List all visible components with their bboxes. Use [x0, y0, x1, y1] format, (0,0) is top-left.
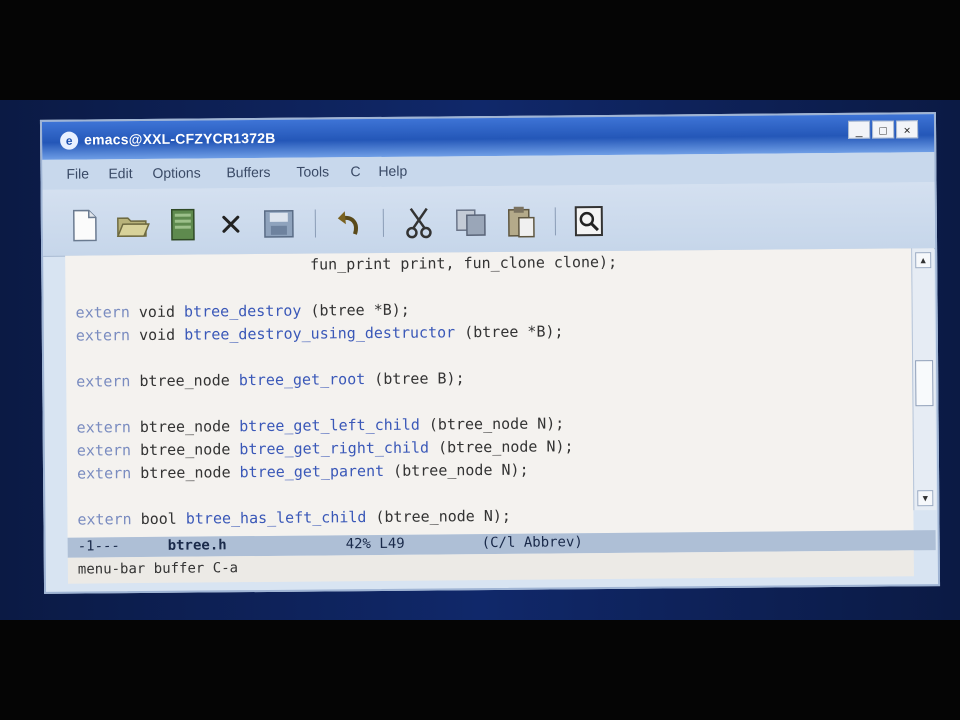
minibuffer-message: menu-bar buffer C-a — [77, 560, 239, 578]
dired-button[interactable] — [165, 207, 201, 243]
maximize-button[interactable]: □ — [871, 120, 895, 139]
paste-icon — [507, 206, 535, 238]
toolbar-separator — [382, 208, 384, 237]
toolbar — [42, 182, 936, 257]
open-folder-icon — [116, 217, 150, 238]
paste-button[interactable] — [503, 204, 539, 240]
dired-icon — [170, 208, 195, 241]
menu-file[interactable]: File — [66, 165, 89, 181]
code-line: extern void btree_destroy (btree *B); — [75, 300, 410, 322]
cut-button[interactable] — [401, 204, 437, 240]
code-line: extern bool btree_has_left_child (btree_… — [77, 506, 512, 529]
copy-button[interactable] — [453, 204, 489, 240]
code-line: extern btree_node btree_get_right_child … — [76, 437, 574, 460]
undo-button[interactable] — [331, 205, 367, 241]
cut-icon — [406, 207, 432, 239]
menu-help[interactable]: Help — [378, 163, 407, 179]
modeline-status: -1--- — [77, 538, 120, 555]
undo-icon — [337, 211, 358, 235]
vertical-scrollbar[interactable]: ▲ ▼ — [911, 248, 937, 511]
code-line: fun_print print, fun_clone clone); — [309, 252, 618, 274]
window-title: emacs@XXL-CFZYCR1372B — [84, 129, 276, 148]
toolbar-separator — [314, 209, 316, 238]
menu-buffers[interactable]: Buffers — [226, 164, 270, 180]
copy-icon — [455, 209, 486, 236]
menu-options[interactable]: Options — [152, 165, 200, 181]
menu-c[interactable]: C — [350, 163, 360, 179]
code-line: extern btree_node btree_get_root (btree … — [76, 369, 465, 391]
close-button[interactable]: × — [895, 120, 919, 139]
modeline-position: 42% L49 — [345, 535, 405, 553]
code-line: extern btree_node btree_get_parent (btre… — [76, 460, 529, 483]
scrollbar-thumb[interactable] — [915, 360, 934, 407]
minimize-button[interactable]: _ — [847, 120, 871, 139]
close-buffer-icon — [222, 215, 240, 233]
modeline-buffer-name[interactable]: btree.h — [168, 537, 227, 554]
new-file-icon — [72, 209, 97, 242]
scroll-down-arrow-icon[interactable]: ▼ — [917, 490, 934, 507]
modeline-modes[interactable]: (C/l Abbrev) — [482, 534, 583, 551]
code-editor[interactable]: fun_print print, fun_clone clone); exter… — [65, 248, 914, 538]
save-icon — [263, 209, 294, 238]
search-button[interactable] — [571, 203, 607, 239]
menu-edit[interactable]: Edit — [108, 165, 132, 181]
open-folder-button[interactable] — [115, 207, 151, 243]
menu-tools[interactable]: Tools — [296, 163, 329, 179]
code-line: extern void btree_destroy_using_destruct… — [75, 322, 564, 345]
scroll-up-arrow-icon[interactable]: ▲ — [915, 252, 932, 269]
save-button[interactable] — [261, 206, 297, 242]
toolbar-separator — [554, 207, 556, 236]
new-file-button[interactable] — [67, 207, 103, 243]
search-icon — [574, 206, 603, 237]
emacs-window: e emacs@XXL-CFZYCR1372B _ □ × File Edit … — [39, 112, 941, 594]
code-line: extern btree_node btree_get_left_child (… — [76, 414, 565, 437]
emacs-app-icon: e — [60, 131, 79, 150]
close-buffer-button[interactable] — [213, 206, 249, 242]
